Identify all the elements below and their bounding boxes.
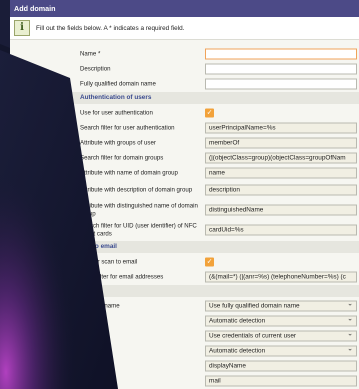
search-uid-input[interactable]: cardUid=%s bbox=[205, 224, 357, 236]
search-uid-label: Search filter for UID (user identifier) … bbox=[80, 222, 197, 238]
search-base-select[interactable]: Automatic detection bbox=[205, 345, 357, 356]
fqdn-input[interactable] bbox=[205, 78, 357, 89]
attr-name-row: Attribute with name of domain group name bbox=[10, 165, 359, 180]
search-filter-auth-row: Search filter for user authentication us… bbox=[10, 120, 359, 135]
attr-dn-input[interactable]: distinguishedName bbox=[205, 204, 357, 216]
use-auth-row: Use for user authentication ✓ bbox=[10, 105, 359, 120]
connection-select[interactable]: Use credentials of current user bbox=[205, 330, 357, 341]
server-select[interactable]: Automatic detection bbox=[205, 315, 357, 326]
attr-groups-label: Attribute with groups of user bbox=[80, 138, 156, 146]
adv-row-username-attr: username displayName bbox=[10, 358, 359, 373]
search-uid-row: Search filter for UID (user identifier) … bbox=[10, 220, 359, 240]
adv-label-search-base: h base bbox=[80, 346, 99, 354]
info-text: Fill out the fields below. A * indicates… bbox=[36, 24, 185, 32]
username-attr-input[interactable]: displayName bbox=[205, 360, 357, 371]
fqdn-row: Fully qualified domain name bbox=[10, 76, 359, 91]
username-format-select[interactable]: Use fully qualified domain name bbox=[205, 300, 357, 311]
search-email-row: earch filter for email addresses (&(mail… bbox=[10, 269, 359, 284]
info-icon: i bbox=[14, 20, 30, 36]
use-scan-checkbox[interactable]: ✓ bbox=[205, 257, 214, 266]
search-filter-groups-label: Search filter for domain groups bbox=[80, 153, 164, 161]
section-authentication: Authentication of users bbox=[10, 92, 359, 104]
use-auth-checkbox[interactable]: ✓ bbox=[205, 108, 214, 117]
adv-row-email-attr: mail address mail bbox=[10, 373, 359, 388]
fqdn-label: Fully qualified domain name bbox=[80, 79, 156, 87]
search-email-input[interactable]: (&(mail=*) (|(anr=%s) (telephoneNumber=%… bbox=[205, 271, 357, 282]
attr-groups-input[interactable]: memberOf bbox=[205, 137, 357, 148]
name-label: Name * bbox=[80, 49, 101, 57]
attr-desc-row: Attribute with description of domain gro… bbox=[10, 180, 359, 200]
use-scan-label: Use for scan to email bbox=[80, 257, 138, 265]
attr-dn-label: Attribute with distinguished name of dom… bbox=[80, 202, 198, 218]
adv-row-username-format: r for username Use fully qualified domai… bbox=[10, 298, 359, 313]
domain-form: Name * Description Fully qualified domai… bbox=[10, 40, 359, 388]
search-filter-auth-input[interactable]: userPrincipalName=%s bbox=[205, 122, 357, 133]
adv-label-server: erver bbox=[80, 316, 94, 324]
name-row: Name * bbox=[10, 46, 359, 61]
description-label: Description bbox=[80, 64, 111, 72]
use-auth-label: Use for user authentication bbox=[80, 108, 153, 116]
attr-name-input[interactable]: name bbox=[205, 167, 357, 178]
section-advanced: vanced bbox=[10, 285, 359, 297]
description-row: Description bbox=[10, 61, 359, 76]
use-scan-row: Use for scan to email ✓ bbox=[10, 254, 359, 269]
adv-label-email-attr: mail address bbox=[80, 376, 115, 384]
search-filter-groups-input[interactable]: (|(objectClass=group)(objectClass=groupO… bbox=[205, 152, 357, 163]
adv-row-connection: nection Use credentials of current user bbox=[10, 328, 359, 343]
description-input[interactable] bbox=[205, 63, 357, 74]
search-filter-groups-row: Search filter for domain groups (|(objec… bbox=[10, 150, 359, 165]
search-email-label: earch filter for email addresses bbox=[80, 272, 164, 280]
adv-row-search-base: h base Automatic detection bbox=[10, 343, 359, 358]
attr-name-label: Attribute with name of domain group bbox=[80, 168, 178, 176]
dialog-title: Add domain bbox=[10, 0, 359, 17]
attr-dn-row: Attribute with distinguished name of dom… bbox=[10, 200, 359, 220]
add-domain-dialog: Add domain i Fill out the fields below. … bbox=[10, 0, 359, 389]
search-filter-auth-label: Search filter for user authentication bbox=[80, 123, 175, 131]
name-input[interactable] bbox=[205, 48, 357, 59]
adv-label-username-attr: username bbox=[80, 361, 108, 369]
info-bar: i Fill out the fields below. A * indicat… bbox=[10, 17, 359, 40]
attr-groups-row: Attribute with groups of user memberOf bbox=[10, 135, 359, 150]
adv-row-server: erver Automatic detection bbox=[10, 313, 359, 328]
attr-desc-input[interactable]: description bbox=[205, 184, 357, 196]
attr-desc-label: Attribute with description of domain gro… bbox=[80, 186, 193, 194]
adv-label-username-format: r for username bbox=[80, 301, 120, 309]
section-scan-to-email: can to email bbox=[10, 241, 359, 253]
adv-label-connection: nection bbox=[80, 331, 100, 339]
email-attr-input[interactable]: mail bbox=[205, 375, 357, 386]
